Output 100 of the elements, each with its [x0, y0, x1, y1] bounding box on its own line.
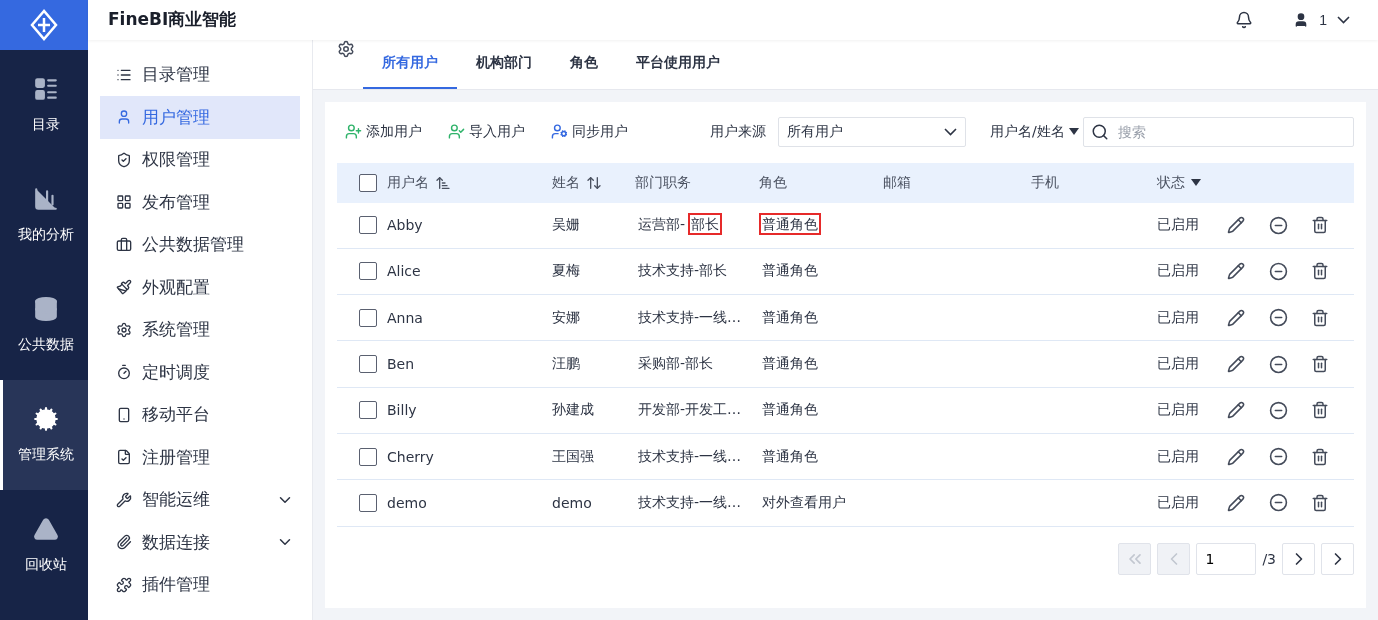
table-cell-text: Anna: [387, 309, 424, 326]
caret-icon[interactable]: [1068, 127, 1079, 136]
table-cell-text: 开发部-开发工…: [637, 401, 743, 420]
row-checkbox[interactable]: [359, 355, 377, 374]
select-all-checkbox[interactable]: [359, 173, 377, 192]
table-cell-text: Ben: [387, 356, 416, 373]
menu-item[interactable]: 定时调度: [100, 351, 300, 394]
database-icon: [32, 296, 59, 322]
row-checkbox[interactable]: [359, 493, 377, 512]
table-cell-text: 安娜: [552, 308, 581, 327]
menu-label: 目录管理: [142, 63, 211, 87]
menu-item[interactable]: 移动平台: [100, 393, 300, 436]
table-cell-text: 普通角色: [761, 261, 819, 281]
caret-icon[interactable]: [1191, 178, 1201, 187]
menu-item[interactable]: 智能运维: [100, 478, 300, 521]
table-cell-text: 技术支持-一线…: [637, 447, 743, 466]
table-cell-text: demo: [552, 494, 593, 511]
column-header: 状态: [1157, 173, 1185, 192]
source-select[interactable]: 所有用户: [778, 116, 966, 147]
menu-label: 发布管理: [142, 190, 211, 214]
toolbar-button[interactable]: 添加用户: [345, 122, 422, 141]
menu-item[interactable]: 权限管理: [100, 138, 300, 181]
table-cell-text: demo: [387, 494, 428, 511]
table-cell-text: 已启用: [1157, 355, 1200, 374]
paintbrush-icon: [116, 279, 132, 296]
row-checkbox[interactable]: [359, 216, 377, 235]
table-cell-text: 普通角色: [761, 307, 819, 327]
menu-item[interactable]: 插件管理: [100, 563, 300, 606]
triangle-icon: [32, 516, 59, 542]
tab[interactable]: 所有用户: [363, 39, 457, 89]
menu-label: 插件管理: [142, 573, 211, 597]
table-cell: 普通角色: [759, 213, 821, 236]
menu-label: 外观配置: [142, 275, 211, 299]
row-checkbox[interactable]: [359, 308, 377, 327]
file-icon: [116, 449, 132, 466]
rail-item[interactable]: 我的分析: [0, 160, 88, 270]
list-icon: [32, 76, 59, 102]
app-title: FineBI商业智能: [108, 8, 238, 32]
menu-item[interactable]: 系统管理: [100, 308, 300, 351]
table-cell-text: 已启用: [1157, 308, 1200, 327]
user-sync-icon: [551, 123, 568, 140]
table-cell-text: 技术支持-一线…: [637, 308, 743, 327]
menu-item[interactable]: 目录管理: [100, 53, 300, 96]
search-field[interactable]: 搜索: [1082, 116, 1354, 147]
page-total: /3: [1262, 550, 1276, 567]
menu-label: 公共数据管理: [142, 233, 245, 257]
menu-label: 定时调度: [142, 360, 211, 384]
toolbar-button[interactable]: 导入用户: [448, 122, 525, 141]
table-cell-text: 普通角色: [761, 354, 819, 374]
timer-icon: [116, 364, 132, 381]
menu-item[interactable]: 注册管理: [100, 436, 300, 479]
table-cell-text: Billy: [387, 402, 418, 419]
row-checkbox[interactable]: [359, 447, 377, 466]
user-plus-icon: [345, 123, 362, 140]
table-cell-text: 技术支持-一线…: [637, 493, 743, 512]
rail-item[interactable]: 目录: [0, 50, 88, 160]
table-cell-text: 已启用: [1157, 262, 1200, 281]
menu-item[interactable]: 用户管理: [100, 96, 300, 139]
toolbar-button[interactable]: 同步用户: [551, 122, 628, 141]
sort-icon[interactable]: [586, 174, 602, 191]
menu-item[interactable]: 数据连接: [100, 521, 300, 564]
tab[interactable]: 机构部门: [457, 39, 551, 89]
table-cell-text: 汪鹏: [552, 355, 581, 374]
menu-item[interactable]: 公共数据管理: [100, 223, 300, 266]
row-checkbox[interactable]: [359, 262, 377, 281]
tab[interactable]: 角色: [551, 39, 617, 89]
table-cell-text: 普通角色: [761, 446, 819, 466]
user-icon: [116, 109, 132, 126]
menu-item[interactable]: 发布管理: [100, 181, 300, 224]
search-icon: [1090, 122, 1109, 141]
table-cell-text: Cherry: [387, 448, 435, 465]
search-by-dropdown[interactable]: 用户名/姓名: [990, 122, 1079, 141]
table-cell-text: 吴姗: [552, 216, 581, 235]
user-check-icon: [448, 123, 465, 140]
column-header: 手机: [1031, 173, 1059, 192]
row-checkbox[interactable]: [359, 401, 377, 420]
table-cell-text: 已启用: [1157, 401, 1200, 420]
table-cell-text: Alice: [387, 263, 422, 280]
paperclip-icon: [116, 534, 132, 551]
column-header: 邮箱: [883, 173, 911, 192]
menu-label: 注册管理: [142, 445, 211, 469]
tab[interactable]: 平台使用用户: [617, 39, 739, 89]
rail-item[interactable]: 公共数据: [0, 270, 88, 380]
briefcase-icon: [116, 236, 132, 253]
rail-item[interactable]: 回收站: [0, 490, 88, 600]
table-cell-text: 已启用: [1157, 216, 1200, 235]
wrench-icon: [116, 491, 132, 508]
user-menu-button[interactable]: 1: [1293, 11, 1350, 28]
rail-item[interactable]: 管理系统: [0, 380, 88, 490]
table-cell-text: 对外查看用户: [761, 492, 847, 512]
gear-icon: [32, 406, 59, 432]
page-field[interactable]: 1: [1196, 542, 1257, 575]
sort-icon[interactable]: [435, 174, 451, 191]
menu-label: 系统管理: [142, 318, 211, 342]
menu-label: 用户管理: [142, 105, 211, 129]
table-cell-text: 已启用: [1157, 447, 1200, 466]
table-cell-text: Abby: [387, 217, 424, 234]
menu-item[interactable]: 外观配置: [100, 266, 300, 309]
chevron-icon: [944, 127, 957, 136]
notification-button[interactable]: [1235, 10, 1254, 29]
